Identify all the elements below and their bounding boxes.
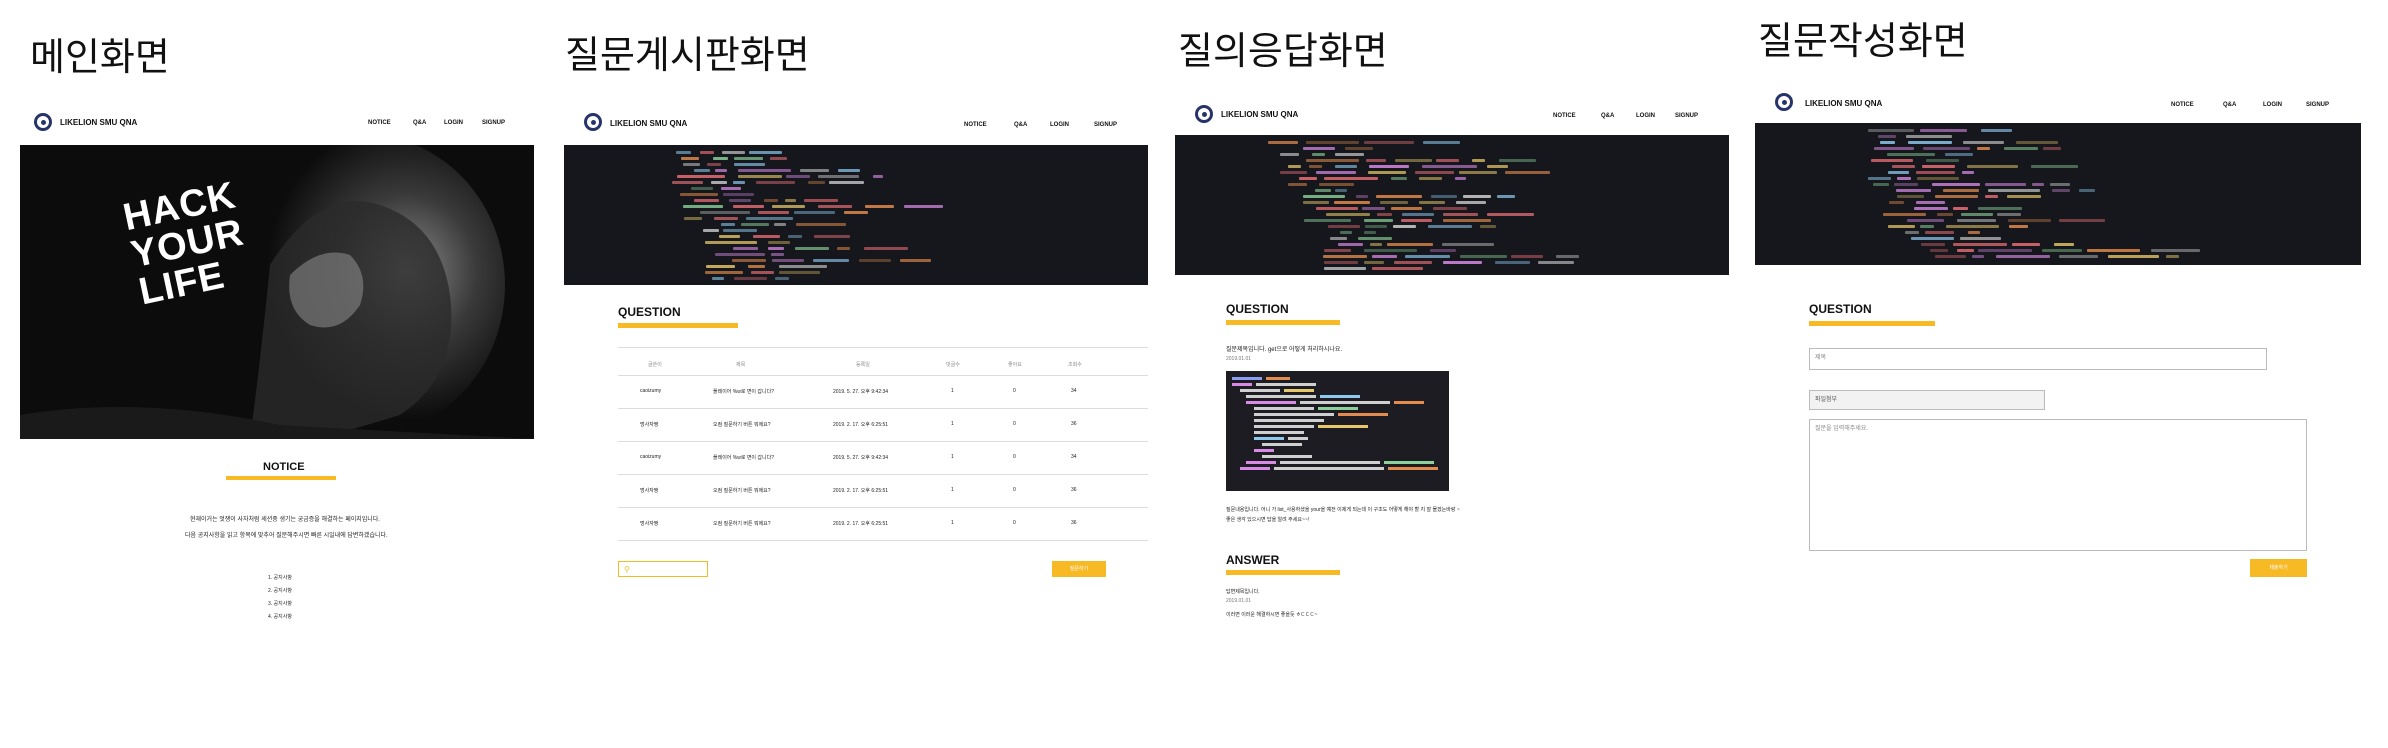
navbar: LIKELION SMU QNA NOTICE Q&A LOGIN SIGNUP	[1753, 85, 2363, 125]
nav-login[interactable]: LOGIN	[444, 120, 463, 126]
notice-item-4[interactable]: 4. 공지사항	[268, 613, 292, 620]
notice-text-2: 다음 공지사항을 읽고 항목에 맞추어 질문해주시면 빠른 시일내에 답변하겠습…	[185, 533, 388, 539]
table-row[interactable]: 멍사자짱 오컴 질문하기 버튼 뭐에요? 2019. 2. 17. 오후 6:2…	[618, 475, 1148, 507]
table-row[interactable]: 멍사자짱 오컴 질문하기 버튼 뭐에요? 2019. 2. 17. 오후 6:2…	[618, 508, 1148, 540]
col-comments: 댓글수	[946, 362, 960, 368]
qa-screen: LIKELION SMU QNA NOTICE Q&A LOGIN SIGNUP…	[1173, 95, 1733, 635]
write-underline	[1809, 321, 1935, 326]
brand[interactable]: LIKELION SMU QNA	[610, 119, 687, 128]
nav-notice[interactable]: NOTICE	[1553, 113, 1576, 119]
answer-title: ANSWER	[1226, 553, 1280, 567]
col-author: 글쓴이	[648, 362, 662, 368]
code-banner	[564, 145, 1148, 285]
notice-underline	[226, 476, 336, 480]
logo-icon[interactable]	[1195, 105, 1213, 123]
nav-signup[interactable]: SIGNUP	[1094, 122, 1117, 128]
nav-qna[interactable]: Q&A	[1014, 122, 1027, 128]
question-body-field[interactable]: 질문을 입력해주세요.	[1809, 419, 2307, 551]
nav-login[interactable]: LOGIN	[2263, 102, 2282, 108]
brand[interactable]: LIKELION SMU QNA	[1805, 99, 1882, 108]
logo-icon[interactable]	[584, 113, 602, 131]
label-main: 메인화면	[30, 35, 170, 79]
notice-item-2[interactable]: 2. 공지사항	[268, 587, 292, 594]
board-screen: LIKELION SMU QNA NOTICE Q&A LOGIN SIGNUP…	[562, 105, 1148, 585]
nav-qna[interactable]: Q&A	[1601, 113, 1614, 119]
col-title: 제목	[736, 362, 746, 368]
write-screen: LIKELION SMU QNA NOTICE Q&A LOGIN SIGNUP…	[1753, 85, 2363, 605]
logo-icon[interactable]	[34, 113, 52, 131]
nav-qna[interactable]: Q&A	[2223, 102, 2236, 108]
write-title: QUESTION	[1809, 302, 1872, 316]
answer-date: 2019.01.01	[1226, 598, 1252, 604]
navbar: LIKELION SMU QNA NOTICE Q&A LOGIN SIGNUP	[1173, 95, 1733, 135]
hero-text: HACK YOUR LIFE	[120, 174, 255, 313]
table-row[interactable]: caoizumy 플레이어 %w로 면이 갑니다? 2019. 5. 27. 오…	[618, 442, 1148, 474]
label-board: 질문게시판화면	[565, 33, 810, 77]
nav-login[interactable]: LOGIN	[1050, 122, 1069, 128]
col-likes: 좋아요	[1008, 362, 1022, 368]
notice-text-1: 현재이거는 멋쟁이 사자처럼 세션중 생기는 궁금증을 해결하는 페이지입니다.	[190, 517, 380, 523]
question-date: 2019.01.01	[1226, 356, 1252, 362]
nav-notice[interactable]: NOTICE	[2171, 102, 2194, 108]
brand[interactable]: LIKELION SMU QNA	[1221, 110, 1298, 119]
nav-signup[interactable]: SIGNUP	[1675, 113, 1698, 119]
nav-qna[interactable]: Q&A	[413, 120, 426, 126]
col-date: 등록일	[856, 362, 870, 368]
navbar: LIKELION SMU QNA NOTICE Q&A LOGIN SIGNUP	[18, 105, 536, 145]
notice-item-3[interactable]: 3. 공지사항	[268, 600, 292, 607]
label-qa: 질의응답화면	[1178, 29, 1388, 73]
question-heading: 질문제목입니다. get으로 어떻게 처리하시나요.	[1226, 347, 1343, 353]
table-row[interactable]: caoizumy 플레이어 %w로 면이 갑니다? 2019. 5. 27. 오…	[618, 376, 1148, 408]
search-icon: ⚲	[624, 565, 630, 574]
write-question-button[interactable]: 질문하기	[1052, 561, 1106, 577]
col-views: 조회수	[1068, 362, 1082, 368]
question-table: 글쓴이 제목 등록일 댓글수 좋아요 조회수 caoizumy 플레이어 %w로…	[618, 345, 1148, 545]
question-underline	[1226, 320, 1340, 325]
navbar: LIKELION SMU QNA NOTICE Q&A LOGIN SIGNUP	[562, 105, 1148, 145]
lion-illustration	[20, 145, 534, 439]
question-body-2: 좋은 생각 있으시면 답을 알려 주세요~~!	[1226, 517, 1310, 523]
file-attach-field[interactable]: 파일첨부	[1809, 390, 2045, 410]
title-field[interactable]: 제목	[1809, 348, 2267, 370]
board-underline	[618, 323, 738, 328]
submit-button[interactable]: 제출하기	[2250, 559, 2307, 577]
answer-heading: 답변제목입니다.	[1226, 589, 1260, 595]
question-title: QUESTION	[1226, 302, 1289, 316]
nav-login[interactable]: LOGIN	[1636, 113, 1655, 119]
code-snippet	[1232, 377, 1438, 470]
question-body-1: 질문내용입니다. 어니 가 list_사용하셨을 your을 예전 이제게 되는…	[1226, 507, 1460, 513]
notice-item-1[interactable]: 1. 공지사항	[268, 574, 292, 581]
code-block	[1226, 371, 1449, 491]
answer-body: 이러면 이러운 해결하시면 좋을듯 ㅎㄷㄷㄷ~	[1226, 612, 1318, 618]
notice-title: NOTICE	[263, 461, 305, 473]
nav-notice[interactable]: NOTICE	[368, 120, 391, 126]
label-write: 질문작성화면	[1758, 19, 1968, 63]
search-input[interactable]: ⚲	[618, 561, 708, 577]
main-screen: LIKELION SMU QNA NOTICE Q&A LOGIN SIGNUP…	[18, 105, 536, 625]
brand[interactable]: LIKELION SMU QNA	[60, 118, 137, 127]
nav-notice[interactable]: NOTICE	[964, 122, 987, 128]
code-banner	[1755, 123, 2361, 265]
logo-icon[interactable]	[1775, 93, 1793, 111]
hero-image: HACK YOUR LIFE	[20, 145, 534, 439]
answer-underline	[1226, 570, 1340, 575]
table-row[interactable]: 멍사자짱 오컴 질문하기 버튼 뭐에요? 2019. 2. 17. 오후 6:2…	[618, 409, 1148, 441]
board-title: QUESTION	[618, 305, 681, 319]
code-banner	[1175, 135, 1729, 275]
nav-signup[interactable]: SIGNUP	[482, 120, 505, 126]
nav-signup[interactable]: SIGNUP	[2306, 102, 2329, 108]
